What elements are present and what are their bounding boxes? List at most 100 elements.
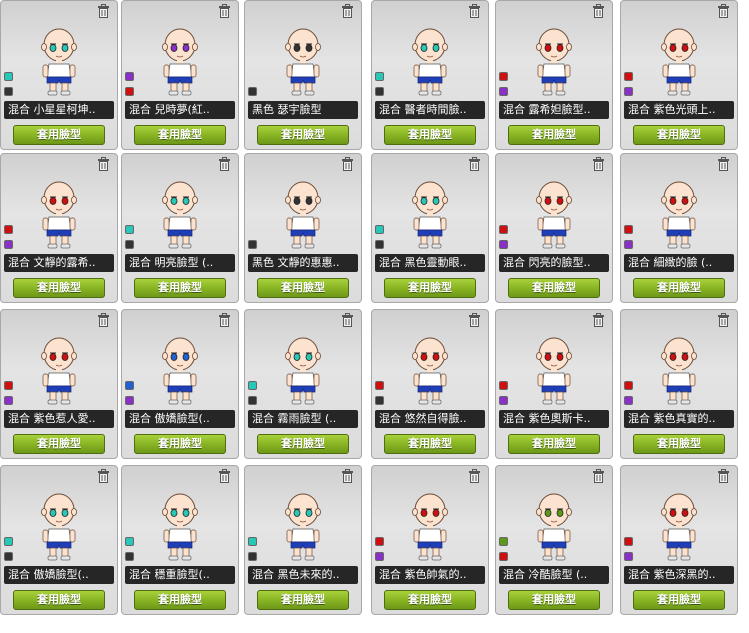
trash-icon[interactable]: [468, 312, 481, 327]
eye-color-swatch: [4, 396, 13, 405]
face-card: 混合 露希妲臉型.. 套用臉型: [495, 0, 613, 150]
face-name-label: 混合 小星星柯坤..: [4, 101, 114, 119]
face-name-label: 混合 細緻的臉 (..: [624, 254, 734, 272]
apply-face-button[interactable]: 套用臉型: [384, 125, 476, 145]
character-avatar: [31, 490, 87, 562]
character-avatar: [152, 334, 208, 406]
eye-color-swatch: [248, 537, 257, 546]
apply-face-button[interactable]: 套用臉型: [508, 434, 600, 454]
face-name-label: 混合 露希妲臉型..: [499, 101, 609, 119]
eye-color-swatch: [125, 240, 134, 249]
apply-face-button[interactable]: 套用臉型: [134, 125, 226, 145]
apply-face-button[interactable]: 套用臉型: [508, 125, 600, 145]
trash-icon[interactable]: [97, 312, 110, 327]
eye-color-swatch: [4, 381, 13, 390]
trash-icon[interactable]: [717, 468, 730, 483]
trash-icon[interactable]: [97, 3, 110, 18]
face-name-label: 混合 紫色惹人愛..: [4, 410, 114, 428]
apply-face-button[interactable]: 套用臉型: [508, 590, 600, 610]
face-card: 混合 傲嬌臉型(.. 套用臉型: [0, 465, 118, 615]
face-name-label: 混合 紫色深黑的..: [624, 566, 734, 584]
eye-color-swatch: [499, 396, 508, 405]
apply-face-button[interactable]: 套用臉型: [508, 278, 600, 298]
apply-face-button[interactable]: 套用臉型: [257, 434, 349, 454]
eye-color-swatch: [624, 381, 633, 390]
face-name-label: 混合 紫色光頭上..: [624, 101, 734, 119]
trash-icon[interactable]: [218, 468, 231, 483]
face-card: 黑色 瑟宇臉型 套用臉型: [244, 0, 362, 150]
apply-face-button[interactable]: 套用臉型: [13, 434, 105, 454]
apply-face-button[interactable]: 套用臉型: [633, 125, 725, 145]
apply-face-button[interactable]: 套用臉型: [633, 434, 725, 454]
trash-icon[interactable]: [592, 312, 605, 327]
character-avatar: [526, 178, 582, 250]
eye-color-swatch: [375, 537, 384, 546]
face-coupon-grid: 混合 小星星柯坤.. 套用臉型 混合 兒時夢(紅.. 套用臉型 黑色 瑟宇臉型 套用臉型混…: [0, 0, 749, 633]
character-avatar: [651, 25, 707, 97]
eye-color-swatch: [125, 72, 134, 81]
apply-face-button[interactable]: 套用臉型: [257, 590, 349, 610]
eye-color-swatch: [499, 552, 508, 561]
eye-color-swatch: [624, 396, 633, 405]
apply-face-button[interactable]: 套用臉型: [633, 278, 725, 298]
face-card: 混合 兒時夢(紅.. 套用臉型: [121, 0, 239, 150]
eye-color-swatch: [248, 396, 257, 405]
trash-icon[interactable]: [468, 3, 481, 18]
face-name-label: 混合 兒時夢(紅..: [125, 101, 235, 119]
face-name-label: 混合 紫色真實的..: [624, 410, 734, 428]
trash-icon[interactable]: [592, 3, 605, 18]
character-avatar: [526, 490, 582, 562]
apply-face-button[interactable]: 套用臉型: [384, 278, 476, 298]
face-card: 混合 細緻的臉 (.. 套用臉型: [620, 153, 738, 303]
trash-icon[interactable]: [468, 468, 481, 483]
apply-face-button[interactable]: 套用臉型: [633, 590, 725, 610]
face-name-label: 黑色 瑟宇臉型: [248, 101, 358, 119]
apply-face-button[interactable]: 套用臉型: [13, 278, 105, 298]
trash-icon[interactable]: [97, 468, 110, 483]
eye-color-swatch: [375, 72, 384, 81]
eye-color-swatch: [624, 240, 633, 249]
trash-icon[interactable]: [717, 312, 730, 327]
trash-icon[interactable]: [468, 156, 481, 171]
face-card: 混合 閃亮的臉型.. 套用臉型: [495, 153, 613, 303]
character-avatar: [275, 178, 331, 250]
apply-face-button[interactable]: 套用臉型: [13, 125, 105, 145]
face-name-label: 混合 穩重臉型(..: [125, 566, 235, 584]
apply-face-button[interactable]: 套用臉型: [257, 278, 349, 298]
face-name-label: 混合 傲嬌臉型(..: [4, 566, 114, 584]
eye-color-swatch: [125, 225, 134, 234]
trash-icon[interactable]: [97, 156, 110, 171]
face-card: 黑色 文靜的惠惠.. 套用臉型: [244, 153, 362, 303]
eye-color-swatch: [499, 240, 508, 249]
face-card: 混合 紫色光頭上.. 套用臉型: [620, 0, 738, 150]
apply-face-button[interactable]: 套用臉型: [134, 278, 226, 298]
apply-face-button[interactable]: 套用臉型: [384, 434, 476, 454]
eye-color-swatch: [375, 396, 384, 405]
eye-color-swatch: [248, 552, 257, 561]
eye-color-swatch: [125, 396, 134, 405]
trash-icon[interactable]: [592, 468, 605, 483]
trash-icon[interactable]: [717, 3, 730, 18]
trash-icon[interactable]: [218, 156, 231, 171]
apply-face-button[interactable]: 套用臉型: [257, 125, 349, 145]
character-avatar: [651, 334, 707, 406]
apply-face-button[interactable]: 套用臉型: [13, 590, 105, 610]
trash-icon[interactable]: [218, 3, 231, 18]
eye-color-swatch: [4, 240, 13, 249]
eye-color-swatch: [499, 537, 508, 546]
trash-icon[interactable]: [592, 156, 605, 171]
trash-icon[interactable]: [341, 312, 354, 327]
trash-icon[interactable]: [717, 156, 730, 171]
apply-face-button[interactable]: 套用臉型: [134, 434, 226, 454]
trash-icon[interactable]: [218, 312, 231, 327]
trash-icon[interactable]: [341, 468, 354, 483]
trash-icon[interactable]: [341, 156, 354, 171]
trash-icon[interactable]: [341, 3, 354, 18]
apply-face-button[interactable]: 套用臉型: [134, 590, 226, 610]
face-name-label: 混合 醫者時間臉..: [375, 101, 485, 119]
eye-color-swatch: [375, 87, 384, 96]
apply-face-button[interactable]: 套用臉型: [384, 590, 476, 610]
face-name-label: 混合 黑色未來的..: [248, 566, 358, 584]
face-card: 混合 穩重臉型(.. 套用臉型: [121, 465, 239, 615]
character-avatar: [526, 25, 582, 97]
